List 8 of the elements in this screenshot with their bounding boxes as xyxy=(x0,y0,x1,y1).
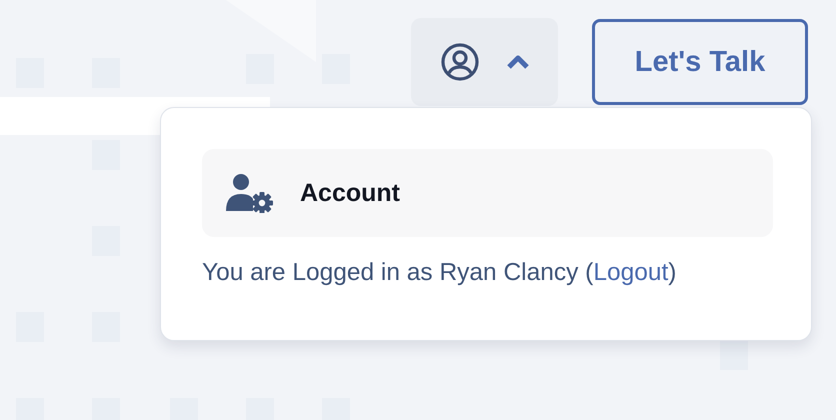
account-menu-item[interactable]: Account xyxy=(202,149,773,237)
login-status-text: You are Logged in as Ryan Clancy (Logout) xyxy=(202,259,678,287)
user-icon xyxy=(440,42,480,82)
user-gear-icon xyxy=(226,173,274,213)
lets-talk-button[interactable]: Let's Talk xyxy=(592,19,808,105)
logout-link[interactable]: Logout xyxy=(593,259,668,286)
caret-icon xyxy=(506,54,530,70)
user-menu-button[interactable] xyxy=(411,18,558,106)
